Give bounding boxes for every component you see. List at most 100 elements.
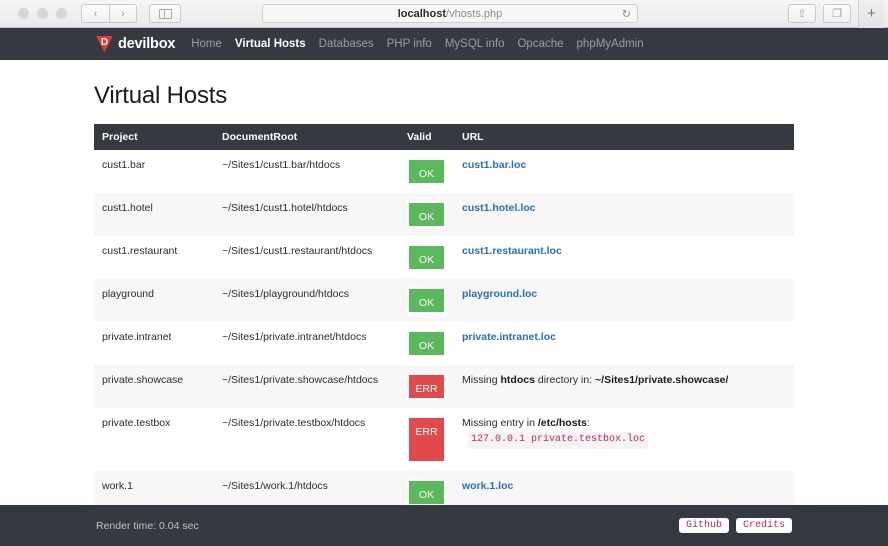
sidebar-toggle-button[interactable] [149,4,181,23]
error-highlight: htdocs [500,374,535,386]
table-body: cust1.bar ~/Sites1/cust1.bar/htdocs OK cust… [94,150,794,546]
url-path: /vhosts.php [446,7,503,20]
nav-item-virtual-hosts[interactable]: Virtual Hosts [235,38,306,50]
cell-url: cust1.hotel.loc [454,193,794,236]
cell-valid: OK [399,193,454,236]
url-host: localhost [397,7,447,20]
nav-item-phpmyadmin[interactable]: phpMyAdmin [577,38,644,50]
cell-url: Missing entry in /etc/hosts: 127.0.0.1 pr… [454,408,794,471]
show-tabs-button[interactable]: ❐ [823,4,851,23]
footer-buttons: Github Credits [678,518,792,533]
nav-item-home[interactable]: Home [191,38,222,50]
status-badge: OK [407,479,446,506]
vhost-url-link[interactable]: cust1.restaurant.loc [462,245,562,257]
cell-valid: OK [399,150,454,193]
chevron-right-icon: › [121,7,125,20]
browser-toolbar: ‹ › localhost/vhosts.php ↻ ⇧ ❐ + [0,0,888,28]
status-badge: ERR [407,373,446,400]
cell-project: cust1.bar [102,159,146,171]
error-message-headline: Missing htdocs directory in: ~/Sites1/pr… [462,374,729,386]
cell-url: cust1.restaurant.loc [454,236,794,279]
nav-item-databases[interactable]: Databases [319,38,374,50]
status-badge: ERR [407,416,446,463]
cell-url: Missing htdocs directory in: ~/Sites1/pr… [454,365,794,408]
devilbox-logo-icon: D [96,35,113,53]
vhost-url-link[interactable]: cust1.hotel.loc [462,202,536,214]
github-button[interactable]: Github [678,518,729,533]
status-badge: OK [407,158,446,185]
new-tab-button[interactable]: + [858,0,884,28]
tabs-icon: ❐ [832,8,842,20]
brand[interactable]: D devilbox [96,35,176,53]
cell-url: playground.loc [454,279,794,322]
navigation-buttons: ‹ › [81,4,137,23]
address-bar[interactable]: localhost/vhosts.php ↻ [262,4,638,23]
vhost-url-link[interactable]: work.1.loc [462,480,513,492]
page-title: Virtual Hosts [94,82,228,109]
cell-url: private.intranet.loc [454,322,794,365]
vhost-url-link[interactable]: private.intranet.loc [462,331,556,343]
cell-documentroot: ~/Sites1/cust1.bar/htdocs [222,159,341,171]
nav-item-php-info[interactable]: PHP info [387,38,432,50]
minimize-window-button[interactable] [37,8,48,19]
table-row: cust1.restaurant ~/Sites1/cust1.restauran… [94,236,794,279]
forward-button[interactable]: › [109,4,137,23]
cell-project: playground [102,288,154,300]
vhost-url-link[interactable]: playground.loc [462,288,537,300]
cell-documentroot: ~/Sites1/cust1.restaurant/htdocs [222,245,373,257]
back-button[interactable]: ‹ [81,4,109,23]
brand-name: devilbox [118,36,176,52]
page-footer: Render time: 0.04 sec Github Credits [0,505,888,546]
error-message: Missing htdocs directory in: ~/Sites1/pr… [462,373,786,388]
column-header-documentroot: DocumentRoot [214,124,399,150]
status-badge: OK [407,330,446,357]
cell-project: private.testbox [102,417,171,429]
error-message: Missing entry in /etc/hosts: 127.0.0.1 pr… [462,416,786,450]
maximize-window-button[interactable] [56,8,67,19]
share-icon: ⇧ [797,8,807,20]
cell-valid: OK [399,279,454,322]
close-window-button[interactable] [18,8,29,19]
table-row: cust1.hotel ~/Sites1/cust1.hotel/htdocs OK… [94,193,794,236]
status-badge: OK [407,287,446,314]
nav-links: Home Virtual Hosts Databases PHP info My… [191,38,643,50]
table-header: Project DocumentRoot Valid URL [94,124,794,150]
table-header-row: Project DocumentRoot Valid URL [94,124,794,150]
window-traffic-lights [18,8,67,19]
error-highlight-path: ~/Sites1/private.showcase/ [595,374,729,386]
cell-valid: ERR [399,365,454,408]
cell-documentroot: ~/Sites1/private.showcase/htdocs [222,374,379,386]
credits-button[interactable]: Credits [735,518,792,533]
sidebar-icon [158,8,172,19]
cell-project: cust1.restaurant [102,245,178,257]
plus-icon: + [867,5,876,22]
cell-documentroot: ~/Sites1/private.intranet/htdocs [222,331,367,343]
page-content: Virtual Hosts Project DocumentRoot Valid… [0,60,888,546]
virtual-hosts-table: Project DocumentRoot Valid URL cust1.bar… [94,124,794,546]
cell-valid: OK [399,236,454,279]
render-time-label: Render time: 0.04 sec [96,519,199,532]
share-button[interactable]: ⇧ [788,4,816,23]
app-navbar: D devilbox Home Virtual Hosts Databases … [0,28,888,60]
table-row: private.intranet ~/Sites1/private.intrane… [94,322,794,365]
table-row: cust1.bar ~/Sites1/cust1.bar/htdocs OK cust… [94,150,794,193]
cell-valid: ERR [399,408,454,471]
cell-project: private.intranet [102,331,172,343]
nav-item-opcache[interactable]: Opcache [517,38,563,50]
cell-valid: OK [399,322,454,365]
cell-documentroot: ~/Sites1/cust1.hotel/htdocs [222,202,348,214]
hosts-entry-code: 127.0.0.1 private.testbox.loc [468,432,649,449]
error-highlight: /etc/hosts [537,417,587,429]
cell-documentroot: ~/Sites1/private.testbox/htdocs [222,417,366,429]
chevron-left-icon: ‹ [93,7,98,20]
cell-project: private.showcase [102,374,184,386]
status-badge: OK [407,201,446,228]
nav-item-mysql-info[interactable]: MySQL info [445,38,505,50]
vhost-url-link[interactable]: cust1.bar.loc [462,159,526,171]
cell-documentroot: ~/Sites1/playground/htdocs [222,288,349,300]
column-header-project: Project [94,124,214,150]
toolbar-right-group: ⇧ ❐ + [788,0,884,28]
error-message-headline: Missing entry in /etc/hosts: [462,417,590,429]
table-row: private.testbox ~/Sites1/private.testbox/… [94,408,794,471]
reload-icon[interactable]: ↻ [622,7,631,20]
